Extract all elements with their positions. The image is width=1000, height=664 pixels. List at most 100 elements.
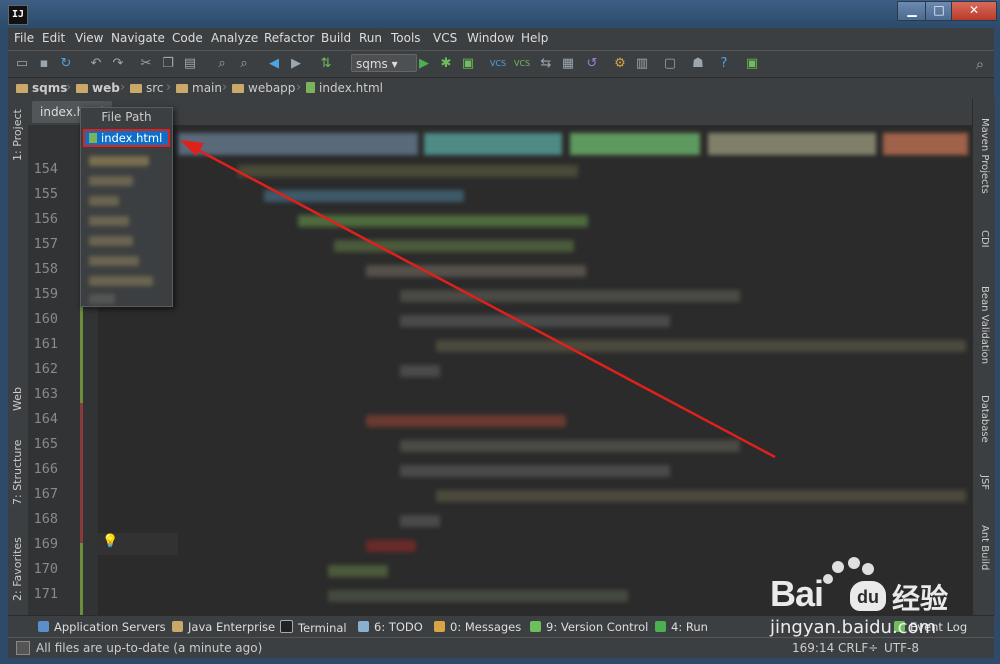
settings-icon[interactable]: ⚙ <box>612 56 628 72</box>
android-icon[interactable]: ☗ <box>690 56 706 72</box>
save-icon[interactable]: ▪ <box>36 56 52 72</box>
popup-item[interactable] <box>89 216 129 226</box>
tool-database[interactable]: Database <box>974 389 994 449</box>
menu-vcs[interactable]: VCS <box>433 31 457 45</box>
tool-web[interactable]: Web <box>8 379 28 419</box>
tool-java-enterprise[interactable]: Java Enterprise <box>172 620 275 634</box>
toggle-tool-buttons-icon[interactable] <box>16 641 30 655</box>
crumb-src[interactable]: src <box>130 81 164 95</box>
copy-icon[interactable]: ❐ <box>160 56 176 72</box>
run-icon[interactable]: ▶ <box>416 56 432 72</box>
redo-icon[interactable]: ↷ <box>110 56 126 72</box>
menu-refactor[interactable]: Refactor <box>264 31 314 45</box>
replace-icon[interactable]: ⌕ <box>236 56 252 72</box>
tool-version-control[interactable]: 9: Version Control <box>530 620 648 634</box>
line-number: 161 <box>33 336 58 352</box>
crumb-sqms[interactable]: sqms <box>16 81 67 95</box>
crumb-index-html[interactable]: index.html <box>306 81 383 95</box>
tool-application-servers[interactable]: Application Servers <box>38 620 166 634</box>
undo-icon[interactable]: ↶ <box>88 56 104 72</box>
run-config-label: sqms <box>356 57 388 71</box>
open-folder-icon[interactable]: ▭ <box>14 56 30 72</box>
help-icon[interactable]: ? <box>716 56 732 72</box>
compare-icon[interactable]: ⇆ <box>538 56 554 72</box>
html-file-icon <box>306 82 315 93</box>
run-configuration-select[interactable]: sqms ▾ <box>351 54 417 72</box>
right-tool-strip: Maven Projects CDI Bean Validation Datab… <box>972 99 995 615</box>
popup-item[interactable] <box>89 176 133 186</box>
line-number: 168 <box>33 511 58 527</box>
code-line <box>298 215 588 227</box>
tool-structure[interactable]: 7: Structure <box>8 437 28 507</box>
tool-ant-build[interactable]: Ant Build <box>974 515 994 580</box>
history-icon[interactable]: ▦ <box>560 56 576 72</box>
tool-bean-validation[interactable]: Bean Validation <box>974 275 994 375</box>
close-button[interactable]: ✕ <box>951 1 997 21</box>
forward-icon[interactable]: ▶ <box>288 56 304 72</box>
tasks-icon[interactable]: ▣ <box>744 56 760 72</box>
menu-build[interactable]: Build <box>321 31 351 45</box>
watermark-url: jingyan.baidu.com <box>770 617 937 638</box>
debug-icon[interactable]: ✱ <box>438 56 454 72</box>
tool-messages[interactable]: 0: Messages <box>434 620 521 634</box>
popup-item[interactable] <box>89 294 115 304</box>
line-number: 167 <box>33 486 58 502</box>
tool-favorites[interactable]: 2: Favorites <box>8 529 28 609</box>
popup-item[interactable] <box>89 196 119 206</box>
menu-view[interactable]: View <box>75 31 103 45</box>
tool-todo[interactable]: 6: TODO <box>358 620 423 634</box>
structure-icon[interactable]: ▥ <box>634 56 650 72</box>
menu-navigate[interactable]: Navigate <box>111 31 165 45</box>
crumb-webapp[interactable]: webapp <box>232 81 295 95</box>
popup-item[interactable] <box>89 156 149 166</box>
tool-jsf[interactable]: JSF <box>974 465 994 500</box>
minimize-button[interactable]: ▁ <box>897 1 927 21</box>
tool-project[interactable]: 1: Project <box>8 105 28 165</box>
back-icon[interactable]: ◀ <box>266 56 282 72</box>
menu-code[interactable]: Code <box>172 31 203 45</box>
make-icon[interactable]: ⇅ <box>318 56 334 72</box>
todo-icon <box>358 621 369 632</box>
tool-maven-projects[interactable]: Maven Projects <box>974 111 994 201</box>
terminal-icon <box>280 620 293 633</box>
popup-item[interactable] <box>89 256 139 266</box>
tool-cdi[interactable]: CDI <box>974 219 994 259</box>
line-number: 159 <box>33 286 58 302</box>
coverage-icon[interactable]: ▣ <box>460 56 476 72</box>
menu-tools[interactable]: Tools <box>391 31 421 45</box>
menu-bar: File Edit View Navigate Code Analyze Ref… <box>8 28 994 50</box>
vcs-update-icon[interactable]: VCS <box>490 56 506 72</box>
menu-run[interactable]: Run <box>359 31 382 45</box>
popup-item[interactable] <box>89 276 153 286</box>
find-icon[interactable]: ⌕ <box>214 56 230 72</box>
menu-window[interactable]: Window <box>467 31 514 45</box>
line-number: 165 <box>33 436 58 452</box>
code-line <box>238 165 578 177</box>
code-line <box>328 590 628 602</box>
popup-item-selected[interactable]: index.html <box>83 129 170 147</box>
baidu-jingyan-watermark: Bai du 经验 jingyan.baidu.com <box>770 555 970 645</box>
vcs-commit-icon[interactable]: VCS <box>514 56 530 72</box>
menu-analyze[interactable]: Analyze <box>211 31 258 45</box>
sync-icon[interactable]: ↻ <box>58 56 74 72</box>
menu-file[interactable]: File <box>14 31 34 45</box>
sdk-icon[interactable]: ▢ <box>662 56 678 72</box>
cut-icon[interactable]: ✂ <box>138 56 154 72</box>
menu-help[interactable]: Help <box>521 31 548 45</box>
popup-item[interactable] <box>89 236 133 246</box>
revert-icon[interactable]: ↺ <box>584 56 600 72</box>
menu-edit[interactable]: Edit <box>42 31 65 45</box>
maximize-button[interactable]: □ <box>925 1 953 21</box>
tool-run[interactable]: 4: Run <box>655 620 708 634</box>
tool-terminal[interactable]: Terminal <box>280 620 347 635</box>
lightbulb-icon[interactable]: 💡 <box>102 534 118 549</box>
crumb-web[interactable]: web <box>76 81 120 95</box>
code-line <box>400 365 440 377</box>
line-number: 162 <box>33 361 58 377</box>
crumb-main[interactable]: main <box>176 81 222 95</box>
search-icon[interactable]: ⌕ <box>972 56 988 72</box>
paste-icon[interactable]: ▤ <box>182 56 198 72</box>
line-number: 166 <box>33 461 58 477</box>
code-line <box>366 415 566 427</box>
file-path-popup: File Path index.html <box>80 107 173 307</box>
